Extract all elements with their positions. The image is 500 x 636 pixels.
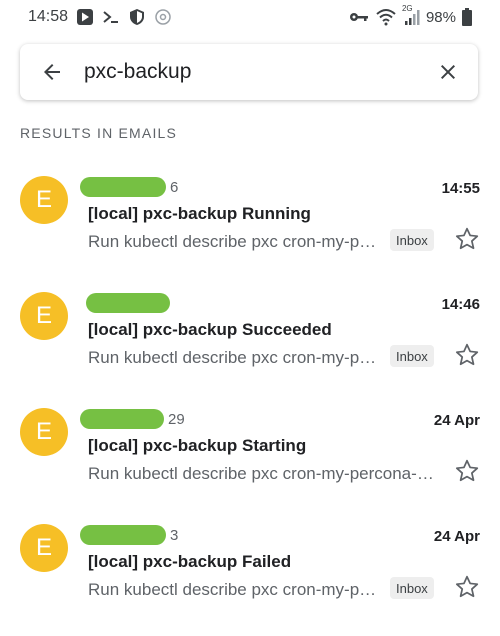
redacted-sender: [80, 177, 166, 197]
sender: 3: [80, 524, 178, 546]
sender: 29: [80, 408, 185, 430]
email-time: 24 Apr: [433, 528, 480, 545]
email-snippet: Run kubectl describe pxc cron-my-percona…: [88, 580, 384, 599]
email-snippet: Run kubectl describe pxc cron-my-percona…: [88, 464, 442, 483]
email-list: E 6 14:55 [local] pxc-backup Running Run…: [0, 172, 500, 636]
email-time: 14:55: [441, 180, 480, 197]
email-subject: [local] pxc-backup Starting: [88, 436, 307, 455]
section-header: RESULTS IN EMAILS: [20, 125, 178, 141]
inbox-label: Inbox: [390, 345, 434, 367]
battery-percent: 98%: [425, 8, 456, 26]
email-item[interactable]: E 14:46 [local] pxc-backup Succeeded Run…: [0, 288, 500, 404]
clear-icon[interactable]: [436, 60, 460, 84]
email-item[interactable]: E 6 14:55 [local] pxc-backup Running Run…: [0, 172, 500, 288]
avatar: E: [20, 292, 68, 340]
redacted-sender: [80, 409, 164, 429]
sender-count: 6: [170, 178, 179, 196]
wifi-icon: [376, 9, 396, 26]
email-time: 14:46: [441, 296, 480, 313]
sender-count: 29: [168, 410, 185, 428]
email-subject: [local] pxc-backup Running: [88, 204, 311, 223]
sender: [80, 292, 174, 314]
redacted-sender: [80, 525, 166, 545]
email-subject: [local] pxc-backup Failed: [88, 552, 292, 571]
star-icon[interactable]: [454, 226, 480, 252]
email-snippet: Run kubectl describe pxc cron-my-percona…: [88, 348, 384, 367]
status-time: 14:58: [28, 8, 69, 25]
email-item[interactable]: E 3 24 Apr [local] pxc-backup Failed Run…: [0, 520, 500, 636]
key-icon: [349, 13, 368, 21]
sender: 6: [80, 176, 178, 198]
at-sign-icon: [155, 9, 171, 25]
sender-count: 3: [170, 526, 179, 544]
inbox-label: Inbox: [390, 577, 434, 599]
signal-icon: 2G: [402, 4, 420, 26]
avatar: E: [20, 176, 68, 224]
shield-icon: [130, 9, 144, 25]
email-time: 24 Apr: [433, 412, 480, 429]
email-subject: [local] pxc-backup Succeeded: [88, 320, 332, 339]
search-input[interactable]: pxc-backup: [84, 60, 191, 84]
email-item[interactable]: E 29 24 Apr [local] pxc-backup Starting …: [0, 404, 500, 520]
search-bar: pxc-backup: [20, 44, 478, 100]
avatar: E: [20, 408, 68, 456]
inbox-label: Inbox: [390, 229, 434, 251]
redacted-sender: [86, 293, 170, 313]
star-icon[interactable]: [454, 574, 480, 600]
status-bar: 14:58 2G 98%: [0, 0, 500, 36]
terminal-icon: [103, 11, 118, 23]
back-arrow-icon[interactable]: [40, 60, 64, 84]
status-icons-right: 2G 98%: [348, 4, 472, 26]
email-snippet: Run kubectl describe pxc cron-my-percona…: [88, 232, 384, 251]
play-store-icon: [77, 9, 93, 25]
status-icons-left: [76, 8, 172, 26]
avatar: E: [20, 524, 68, 572]
star-icon[interactable]: [454, 342, 480, 368]
star-icon[interactable]: [454, 458, 480, 484]
battery-icon: [462, 8, 472, 26]
